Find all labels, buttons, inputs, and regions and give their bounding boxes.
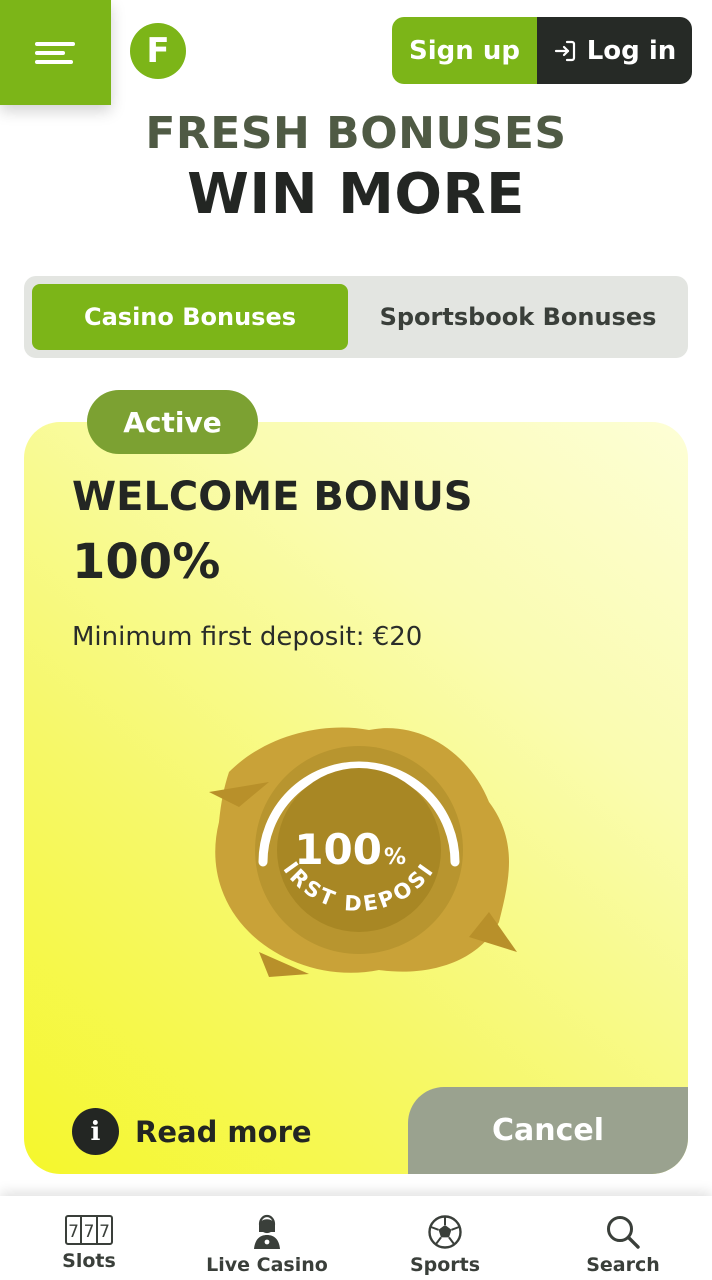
info-icon: i [72,1108,119,1155]
login-arrow-icon [554,40,575,61]
soccer-ball-icon [428,1215,462,1249]
hero-title: WIN MORE [187,162,525,227]
nav-item-sports[interactable]: Sports [356,1196,534,1280]
menu-button[interactable] [0,0,111,105]
nav-item-live-casino[interactable]: Live Casino [178,1196,356,1280]
bonus-percent: 100% [72,534,221,590]
bonus-minimum-deposit: Minimum first deposit: €20 [72,622,423,652]
tab-sportsbook-bonuses[interactable]: Sportsbook Bonuses [356,284,680,350]
nav-label: Search [586,1254,660,1276]
bonus-title: WELCOME BONUS [72,474,473,520]
read-more-link[interactable]: i Read more [72,1108,312,1155]
slots-777-icon: 7 7 7 [65,1215,113,1245]
brand-logo[interactable]: F [130,23,186,79]
login-label: Log in [586,35,677,66]
tab-casino-bonuses[interactable]: Casino Bonuses [32,284,348,350]
svg-text:7: 7 [99,1222,110,1242]
auth-buttons: Sign up Log in [392,17,692,84]
bonus-tabs: Casino Bonuses Sportsbook Bonuses [24,276,688,358]
bonus-card: WELCOME BONUS 100% Minimum first deposit… [24,422,688,1174]
first-deposit-badge: 100 % FIRST DEPOSIT [199,712,517,977]
tab-label: Casino Bonuses [83,303,297,331]
nav-label: Sports [409,1254,481,1276]
svg-text:7: 7 [68,1222,79,1242]
menu-icon [34,41,75,64]
signup-button[interactable]: Sign up [392,17,537,84]
svg-text:7: 7 [84,1222,95,1242]
search-icon [607,1216,640,1249]
nav-label: Slots [62,1250,116,1272]
read-more-label: Read more [135,1114,312,1149]
badge-unit: % [384,845,406,870]
cancel-button[interactable]: Cancel [408,1087,688,1174]
nav-item-search[interactable]: Search [534,1196,712,1280]
logo-letter: F [146,31,170,71]
badge-value: 100 [294,825,382,874]
hero-subtitle: FRESH BONUSES [145,108,567,159]
login-button[interactable]: Log in [537,17,692,84]
status-badge: Active [87,390,258,454]
status-label: Active [123,405,222,439]
live-dealer-icon [254,1214,280,1249]
cancel-label: Cancel [491,1113,605,1148]
bottom-nav: 7 7 7 Slots Live Casino Sports Search [0,1196,712,1280]
signup-label: Sign up [409,35,520,66]
tab-label: Sportsbook Bonuses [379,303,657,331]
nav-item-slots[interactable]: 7 7 7 Slots [0,1196,178,1280]
nav-label: Live Casino [206,1254,328,1276]
